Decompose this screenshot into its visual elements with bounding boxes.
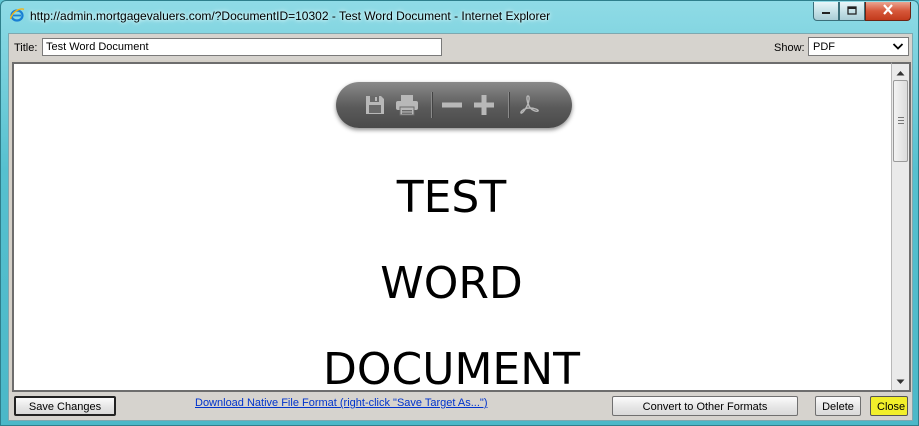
document-text-line: TEST: [396, 172, 507, 223]
toolbar-separator: [431, 92, 433, 118]
title-input[interactable]: [42, 38, 442, 56]
zoom-in-icon[interactable]: [471, 93, 497, 117]
maximize-button[interactable]: [839, 2, 865, 21]
minimize-icon: [821, 2, 831, 20]
show-label: Show:: [774, 42, 805, 54]
close-button[interactable]: Close: [870, 396, 908, 416]
delete-button[interactable]: Delete: [815, 396, 861, 416]
print-icon[interactable]: [394, 93, 420, 117]
maximize-icon: [847, 2, 857, 20]
zoom-out-icon[interactable]: [439, 93, 465, 117]
minimize-button[interactable]: [813, 2, 839, 21]
dialog-content: Title: Show: PDF: [8, 33, 913, 421]
document-text-line: WORD: [380, 258, 523, 309]
close-icon: [882, 2, 894, 20]
scroll-down-icon[interactable]: [893, 374, 908, 389]
scrollbar-thumb[interactable]: [893, 80, 908, 162]
title-label: Title:: [14, 42, 38, 54]
document-toolbar: Title: Show: PDF: [9, 34, 912, 60]
vertical-scrollbar[interactable]: [891, 62, 911, 392]
scroll-up-icon[interactable]: [893, 65, 908, 80]
browser-window: http://admin.mortgagevaluers.com/?Docume…: [0, 0, 919, 426]
action-bar: Save Changes Download Native File Format…: [9, 392, 912, 420]
pdf-viewer[interactable]: TEST WORD DOCUMENT: [12, 62, 891, 392]
chevron-down-icon: [892, 40, 904, 52]
internet-explorer-icon: [9, 7, 25, 23]
window-close-button[interactable]: [865, 2, 911, 21]
show-format-select[interactable]: PDF: [808, 37, 909, 56]
save-changes-button[interactable]: Save Changes: [14, 396, 116, 416]
window-title: http://admin.mortgagevaluers.com/?Docume…: [30, 9, 551, 23]
toolbar-separator: [508, 92, 510, 118]
title-bar[interactable]: http://admin.mortgagevaluers.com/?Docume…: [1, 1, 919, 31]
save-icon[interactable]: [362, 93, 388, 117]
grip-icon: [898, 117, 904, 124]
document-text-line: DOCUMENT: [323, 344, 580, 392]
show-format-value: PDF: [813, 41, 835, 53]
pdf-floating-toolbar: [336, 82, 572, 128]
download-native-format-link[interactable]: Download Native File Format (right-click…: [195, 397, 487, 409]
acrobat-icon[interactable]: [516, 93, 542, 117]
convert-formats-button[interactable]: Convert to Other Formats: [612, 396, 798, 416]
